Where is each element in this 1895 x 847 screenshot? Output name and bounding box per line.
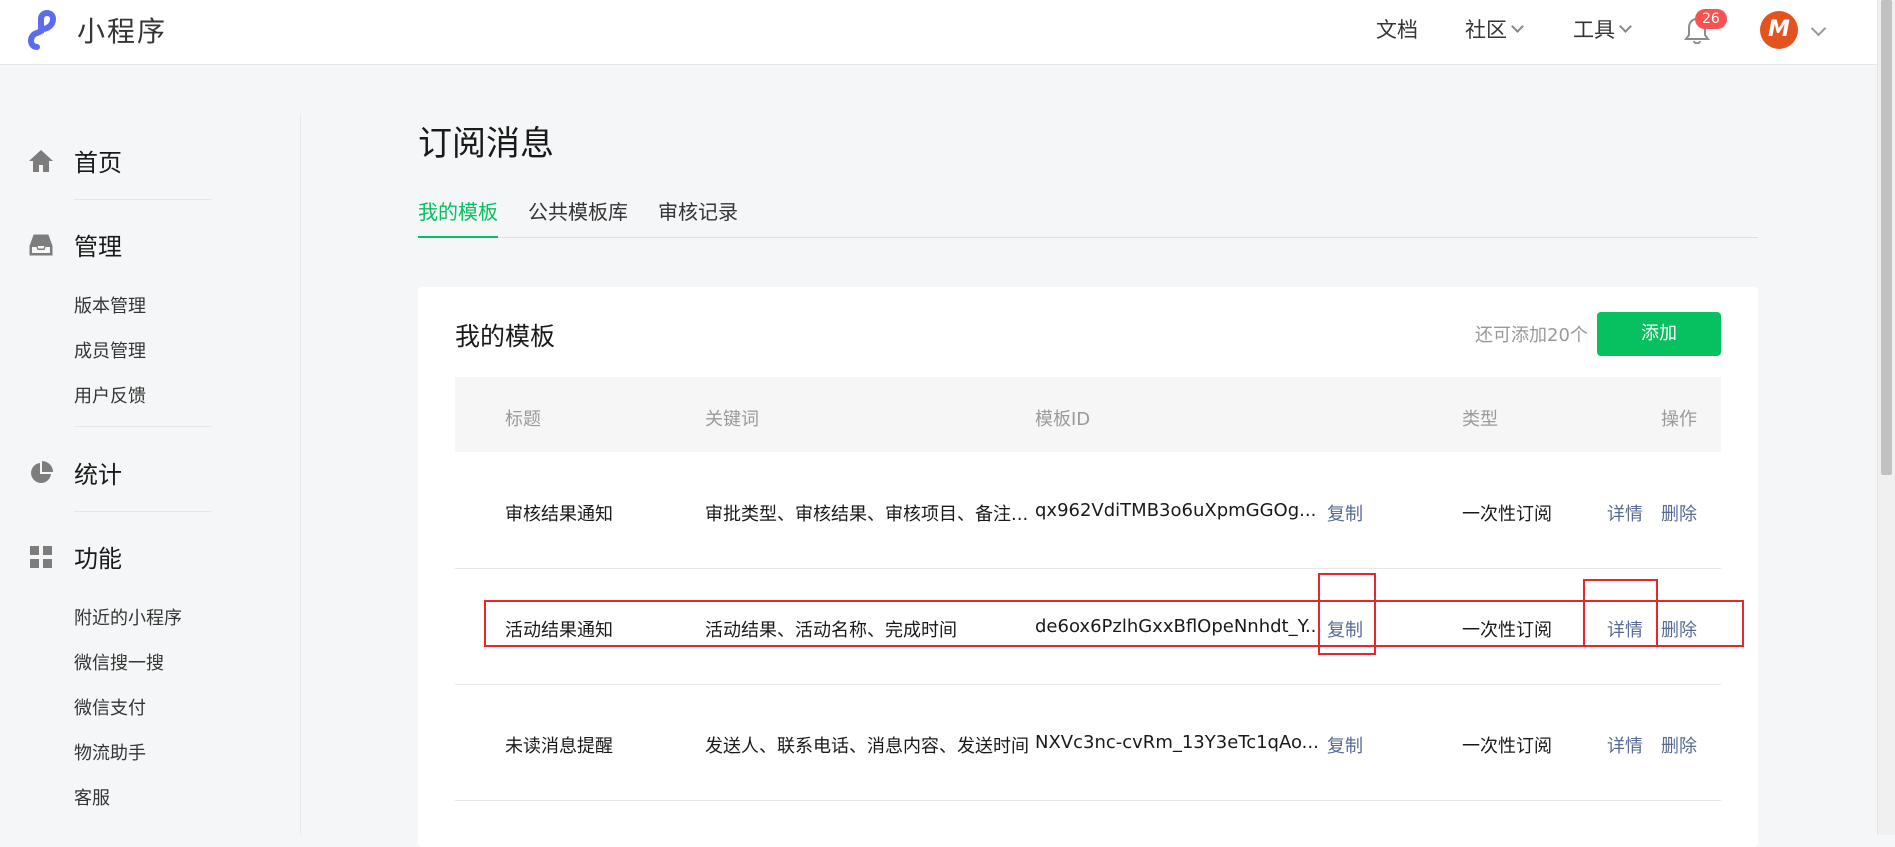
app-name: 小程序 — [77, 15, 168, 48]
page-title: 订阅消息 — [418, 124, 554, 164]
nav-community-label: 社区 — [1465, 18, 1507, 42]
sidebar-item-manage[interactable]: 管理 — [28, 227, 122, 262]
sidebar-item-service[interactable]: 客服 — [74, 784, 110, 810]
home-icon — [29, 149, 53, 172]
chevron-down-icon[interactable] — [1810, 20, 1827, 37]
copy-link[interactable]: 复制 — [1327, 732, 1363, 758]
miniprogram-logo-icon — [28, 10, 57, 50]
top-bar: 小程序 文档 社区 工具 26 M — [0, 0, 1878, 65]
template-type: 一次性订阅 — [1462, 736, 1552, 757]
tab-public-library[interactable]: 公共模板库 — [528, 196, 628, 236]
divider — [74, 426, 212, 427]
template-title: 活动结果通知 — [505, 620, 613, 641]
copy-link[interactable]: 复制 — [1327, 500, 1363, 526]
table-row: 未读消息提醒 发送人、联系电话、消息内容、发送时间 NXVc3nc-cvRm_1… — [455, 684, 1721, 801]
grid-icon — [30, 545, 52, 568]
nav-docs[interactable]: 文档 — [1376, 14, 1418, 44]
sidebar-item-feedback[interactable]: 用户反馈 — [74, 382, 146, 408]
sidebar-item-pay[interactable]: 微信支付 — [74, 694, 146, 720]
delete-link[interactable]: 删除 — [1661, 500, 1697, 526]
template-title: 审核结果通知 — [505, 504, 613, 525]
chevron-down-icon — [1619, 20, 1632, 33]
template-id: de6ox6PzlhGxxBflOpeNnhdt_Y... — [1035, 616, 1323, 637]
avatar[interactable]: M — [1760, 11, 1798, 49]
logo[interactable]: 小程序 — [27, 7, 167, 53]
template-id: qx962VdiTMB3o6uXpmGGOg... — [1035, 500, 1317, 521]
template-title: 未读消息提醒 — [505, 736, 613, 757]
chevron-down-icon — [1511, 20, 1524, 33]
nav-tools-label: 工具 — [1573, 18, 1615, 42]
column-header: 类型 — [1462, 409, 1498, 430]
nav-community[interactable]: 社区 — [1465, 14, 1524, 44]
sidebar: 首页 管理 版本管理 成员管理 用户反馈 统计 功能 附近的小程序 微信搜一搜 … — [0, 115, 301, 835]
detail-link[interactable]: 详情 — [1607, 500, 1643, 526]
sidebar-item-label: 功能 — [74, 545, 122, 573]
column-header: 操作 — [1661, 409, 1697, 430]
tab-my-templates[interactable]: 我的模板 — [418, 196, 498, 238]
copy-link[interactable]: 复制 — [1327, 616, 1363, 642]
template-keywords: 审批类型、审核结果、审核项目、备注... — [705, 504, 1029, 525]
nav-docs-label: 文档 — [1376, 18, 1418, 42]
sidebar-item-search[interactable]: 微信搜一搜 — [74, 649, 164, 675]
pie-chart-icon — [31, 460, 53, 483]
sidebar-item-nearby[interactable]: 附近的小程序 — [74, 604, 182, 630]
sidebar-item-home[interactable]: 首页 — [28, 143, 122, 178]
sidebar-item-members[interactable]: 成员管理 — [74, 337, 146, 363]
sidebar-item-features[interactable]: 功能 — [28, 539, 122, 574]
sidebar-item-label: 首页 — [74, 149, 122, 177]
template-type: 一次性订阅 — [1462, 620, 1552, 641]
card-title: 我的模板 — [455, 322, 556, 351]
divider — [74, 511, 212, 512]
column-header: 标题 — [505, 409, 541, 430]
template-type: 一次性订阅 — [1462, 504, 1552, 525]
table-header: 标题 关键词 模板ID 类型 操作 — [455, 377, 1721, 452]
column-header: 模板ID — [1035, 409, 1091, 430]
quota-text: 还可添加20个 — [1475, 325, 1588, 346]
sidebar-item-version[interactable]: 版本管理 — [74, 292, 146, 318]
notification-badge: 26 — [1695, 9, 1727, 29]
table-row: 审核结果通知 审批类型、审核结果、审核项目、备注... qx962VdiTMB3… — [455, 452, 1721, 569]
nav-tools[interactable]: 工具 — [1573, 14, 1632, 44]
detail-link[interactable]: 详情 — [1607, 732, 1643, 758]
divider — [74, 199, 212, 200]
template-id: NXVc3nc-cvRm_13Y3eTc1qAo... — [1035, 732, 1319, 753]
scrollbar[interactable] — [1877, 0, 1895, 835]
sidebar-item-stats[interactable]: 统计 — [28, 455, 122, 490]
template-keywords: 活动结果、活动名称、完成时间 — [705, 620, 957, 641]
templates-card: 我的模板 还可添加20个 添加 标题 关键词 模板ID 类型 操作 审核结果通知… — [418, 287, 1758, 847]
tab-audit-records[interactable]: 审核记录 — [658, 196, 738, 236]
sidebar-item-label: 管理 — [74, 233, 122, 261]
add-button[interactable]: 添加 — [1597, 312, 1721, 356]
template-keywords: 发送人、联系电话、消息内容、发送时间 — [705, 736, 1029, 757]
delete-link[interactable]: 删除 — [1661, 616, 1697, 642]
scrollbar-thumb[interactable] — [1881, 0, 1892, 475]
column-header: 关键词 — [705, 409, 759, 430]
sidebar-item-label: 统计 — [74, 461, 122, 489]
sidebar-item-logistics[interactable]: 物流助手 — [74, 739, 146, 765]
delete-link[interactable]: 删除 — [1661, 732, 1697, 758]
tab-bar: 我的模板 公共模板库 审核记录 — [418, 196, 1758, 238]
detail-link[interactable]: 详情 — [1607, 616, 1643, 642]
inbox-icon — [29, 234, 53, 255]
table-row: 活动结果通知 活动结果、活动名称、完成时间 de6ox6PzlhGxxBflOp… — [455, 568, 1721, 685]
